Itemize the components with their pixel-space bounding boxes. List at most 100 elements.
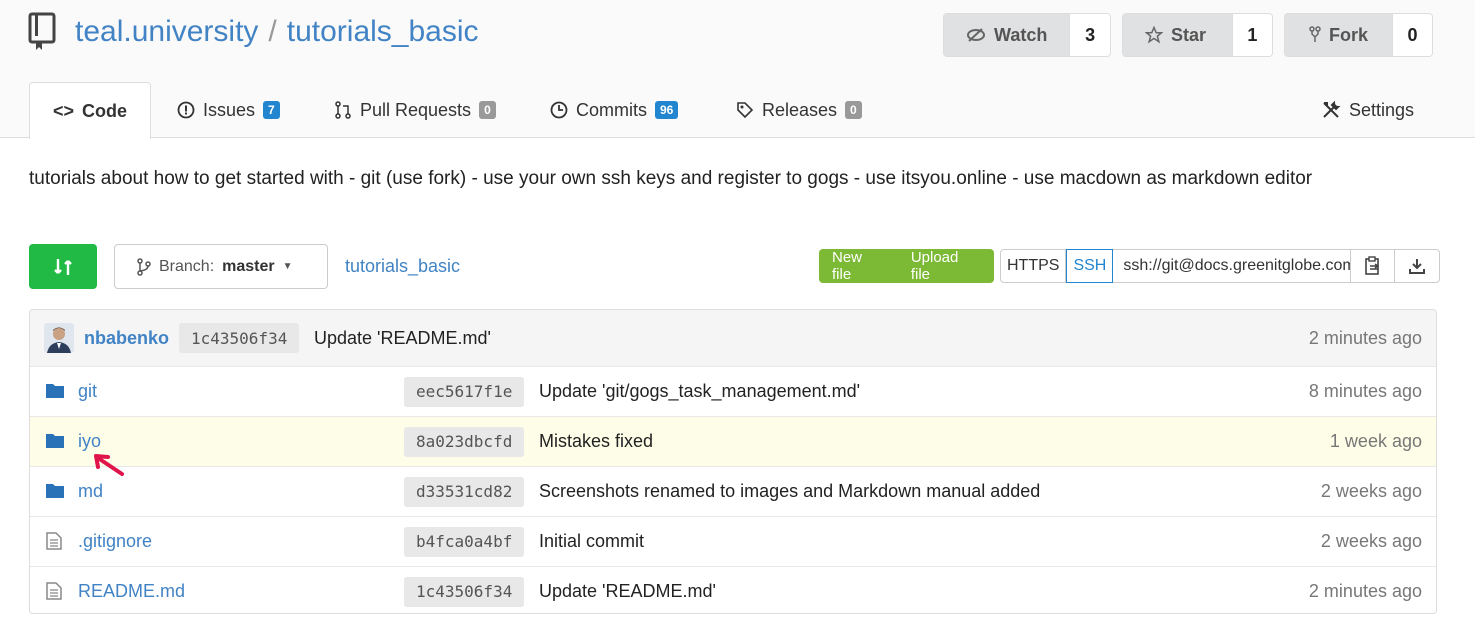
commit-message[interactable]: Update 'README.md' xyxy=(539,581,716,602)
watch-label: Watch xyxy=(994,24,1048,45)
fork-button[interactable]: Fork xyxy=(1285,14,1393,56)
latest-commit-time: 2 minutes ago xyxy=(1308,327,1422,348)
clone-panel: HTTPS SSH ssh://git@docs.greenitglobe.co… xyxy=(1000,249,1441,283)
latest-commit-sha[interactable]: 1c43506f34 xyxy=(179,323,300,353)
copy-url-button[interactable] xyxy=(1351,250,1396,282)
tab-settings-label: Settings xyxy=(1349,99,1415,120)
fork-control: Fork 0 xyxy=(1284,13,1433,57)
tab-settings[interactable]: Settings xyxy=(1321,82,1414,138)
tab-code-label: Code xyxy=(82,100,128,121)
table-row: iyo 8a023dbcfd Mistakes fixed 1 week ago xyxy=(30,416,1436,466)
commit-time: 2 minutes ago xyxy=(1308,581,1422,601)
code-icon: <> xyxy=(52,100,75,121)
commit-time: 2 weeks ago xyxy=(1320,531,1422,551)
branch-name: master xyxy=(222,257,275,275)
ssh-button[interactable]: SSH xyxy=(1066,249,1114,283)
tab-releases-label: Releases xyxy=(762,99,838,120)
table-row: README.md 1c43506f34 Update 'README.md' … xyxy=(30,566,1436,613)
tab-issues[interactable]: Issues 7 xyxy=(177,82,280,138)
file-name-link[interactable]: iyo xyxy=(78,431,101,452)
issue-icon xyxy=(177,101,195,119)
commit-message[interactable]: Screenshots renamed to images and Markdo… xyxy=(539,481,1040,502)
tab-issues-label: Issues xyxy=(203,99,256,120)
compare-pull-button[interactable] xyxy=(29,244,97,289)
repo-separator: / xyxy=(268,15,277,48)
releases-count-badge: 0 xyxy=(845,101,862,119)
tag-icon xyxy=(737,102,754,119)
tab-commits[interactable]: Commits 96 xyxy=(550,82,679,138)
star-control: Star 1 xyxy=(1122,13,1273,57)
folder-icon xyxy=(46,482,64,503)
commit-sha[interactable]: d33531cd82 xyxy=(404,476,525,507)
file-actions: New file Upload file xyxy=(819,249,994,283)
table-row: .gitignore b4fca0a4bf Initial commit 2 w… xyxy=(30,516,1436,566)
download-button[interactable] xyxy=(1395,250,1439,282)
clipboard-icon xyxy=(1365,256,1380,275)
star-label: Star xyxy=(1171,24,1207,45)
table-row: md d33531cd82 Screenshots renamed to ima… xyxy=(30,466,1436,516)
commit-time: 2 weeks ago xyxy=(1320,481,1422,501)
compare-icon xyxy=(54,258,72,275)
https-button[interactable]: HTTPS xyxy=(1001,250,1067,282)
repo-book-icon xyxy=(28,12,58,55)
latest-commit-row: nbabenko 1c43506f34 Update 'README.md' 2… xyxy=(30,310,1436,366)
commits-count-badge: 96 xyxy=(655,101,679,119)
file-name-link[interactable]: git xyxy=(78,381,97,402)
new-file-button[interactable]: New file xyxy=(819,249,898,283)
tab-code[interactable]: <> Code xyxy=(29,82,151,139)
star-button[interactable]: Star xyxy=(1123,14,1232,56)
upload-file-button[interactable]: Upload file xyxy=(898,249,994,283)
file-text-icon xyxy=(46,532,62,555)
branch-icon xyxy=(137,257,151,276)
tools-icon xyxy=(1323,100,1341,118)
tab-releases[interactable]: Releases 0 xyxy=(736,82,862,138)
caret-down-icon: ▼ xyxy=(282,261,293,272)
eye-slash-icon xyxy=(967,28,985,42)
branch-dropdown[interactable]: Branch: master ▼ xyxy=(114,244,328,289)
commit-sha[interactable]: 1c43506f34 xyxy=(404,576,525,607)
file-name-link[interactable]: .gitignore xyxy=(78,531,152,552)
star-count[interactable]: 1 xyxy=(1231,14,1272,56)
commit-message[interactable]: Mistakes fixed xyxy=(539,431,653,452)
repo-name-link[interactable]: tutorials_basic xyxy=(287,15,479,48)
tab-pull-requests[interactable]: Pull Requests 0 xyxy=(334,82,496,138)
commit-message[interactable]: Initial commit xyxy=(539,531,644,552)
file-name-link[interactable]: README.md xyxy=(78,581,185,602)
fork-count[interactable]: 0 xyxy=(1392,14,1432,56)
commit-sha[interactable]: b4fca0a4bf xyxy=(404,526,525,557)
file-text-icon xyxy=(46,582,62,605)
commit-author-link[interactable]: nbabenko xyxy=(84,328,169,349)
issues-count-badge: 7 xyxy=(263,101,280,119)
clone-url-input[interactable]: ssh://git@docs.greenitglobe.com xyxy=(1113,250,1352,282)
table-row: git eec5617f1e Update 'git/gogs_task_man… xyxy=(30,366,1436,416)
folder-icon xyxy=(46,382,64,403)
watch-control: Watch 3 xyxy=(943,13,1111,57)
annotation-arrow-icon xyxy=(92,452,126,483)
commit-time: 1 week ago xyxy=(1329,431,1422,451)
pulls-count-badge: 0 xyxy=(479,101,496,119)
folder-icon xyxy=(46,432,64,453)
repo-title: teal.university / tutorials_basic xyxy=(75,15,479,49)
tab-commits-label: Commits xyxy=(576,99,647,120)
file-table: nbabenko 1c43506f34 Update 'README.md' 2… xyxy=(29,309,1437,614)
fork-icon xyxy=(1309,26,1321,42)
watch-count[interactable]: 3 xyxy=(1069,14,1110,56)
fork-label: Fork xyxy=(1329,24,1369,45)
branch-prefix: Branch: xyxy=(159,257,215,275)
commit-sha[interactable]: eec5617f1e xyxy=(404,376,525,407)
pull-request-icon xyxy=(335,101,351,119)
file-name-link[interactable]: md xyxy=(78,481,103,502)
repo-header: teal.university / tutorials_basic Watch 3 … xyxy=(0,0,1475,139)
latest-commit-message: Update 'README.md' xyxy=(314,327,491,348)
commit-sha[interactable]: 8a023dbcfd xyxy=(404,426,525,457)
commit-message[interactable]: Update 'git/gogs_task_management.md' xyxy=(539,381,860,402)
avatar[interactable] xyxy=(44,323,74,353)
commit-time: 8 minutes ago xyxy=(1308,381,1422,401)
watch-button[interactable]: Watch xyxy=(944,14,1070,56)
repo-description: tutorials about how to get started with … xyxy=(29,168,1313,189)
history-icon xyxy=(550,101,568,119)
star-icon xyxy=(1145,26,1163,44)
tab-pulls-label: Pull Requests xyxy=(360,99,472,120)
repo-owner-link[interactable]: teal.university xyxy=(75,15,258,48)
path-breadcrumb[interactable]: tutorials_basic xyxy=(345,256,460,277)
